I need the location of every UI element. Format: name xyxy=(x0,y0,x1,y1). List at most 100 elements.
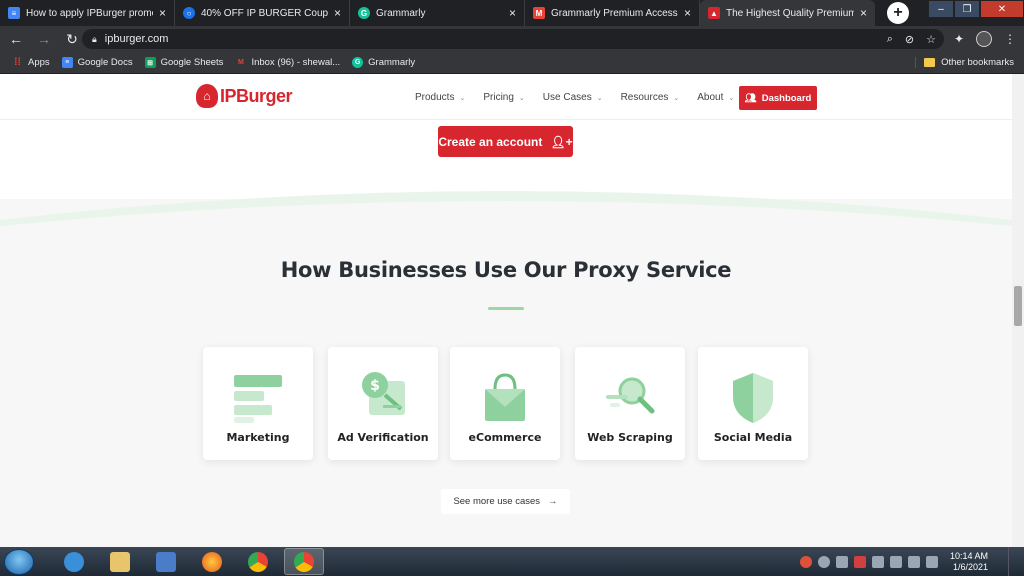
flag-icon[interactable] xyxy=(871,555,884,568)
use-case-card-web-scraping[interactable]: Web Scraping xyxy=(575,347,685,460)
system-clock[interactable]: 10:14 AM 1/6/2021 xyxy=(950,551,988,573)
tab-title: The Highest Quality Premium P xyxy=(726,7,854,19)
close-tab-icon[interactable]: × xyxy=(860,6,867,20)
volume-icon[interactable] xyxy=(925,555,938,568)
gmail-icon: M xyxy=(238,59,244,66)
chrome-tray-icon[interactable] xyxy=(799,555,812,568)
create-account-button[interactable]: Create an account 👤︎+ xyxy=(438,126,573,157)
menu-label: Use Cases xyxy=(542,92,592,103)
use-case-card-social-media[interactable]: Social Media xyxy=(698,347,808,460)
address-bar[interactable]: 🔒︎ ipburger.com ⌕ ⊘ ☆ xyxy=(82,29,944,49)
menu-label: Resources xyxy=(620,92,669,103)
battery-icon[interactable] xyxy=(907,555,920,568)
use-case-card-marketing[interactable]: Marketing xyxy=(203,347,313,460)
chevron-down-icon: ⌄ xyxy=(596,94,603,102)
browser-tab-3[interactable]: G Grammarly × xyxy=(350,0,525,26)
chrome-icon xyxy=(248,551,268,572)
card-label: Ad Verification xyxy=(337,431,429,444)
magnifier-icon xyxy=(606,377,655,414)
site-logo[interactable]: ⌂ IPBurger xyxy=(196,84,293,108)
menu-use-cases[interactable]: Use Cases ⌄ xyxy=(543,92,603,103)
logo-text: IPBurger xyxy=(220,85,293,106)
scrollbar-thumb[interactable] xyxy=(1014,286,1022,326)
ad-verification-icon: $ xyxy=(362,372,405,415)
see-more-button[interactable]: See more use cases → xyxy=(441,489,570,514)
minimize-icon[interactable]: – xyxy=(928,0,954,18)
page-scrollbar[interactable] xyxy=(1012,74,1024,547)
sync-icon[interactable] xyxy=(817,555,830,568)
card-label: Web Scraping xyxy=(587,431,673,444)
bookmark-inbox[interactable]: M Inbox (96) - shewal... xyxy=(235,57,340,68)
shopping-bag-icon xyxy=(485,373,525,421)
avatar[interactable] xyxy=(976,31,992,47)
tab-title: Grammarly xyxy=(376,7,426,19)
bookmark-grammarly[interactable]: G Grammarly xyxy=(352,57,415,68)
button-label: Create an account xyxy=(438,134,543,149)
tab-title: 40% OFF IP BURGER Coupons & xyxy=(201,7,328,19)
firefox-icon xyxy=(202,551,222,572)
network-icon[interactable] xyxy=(835,555,848,568)
close-tab-icon[interactable]: × xyxy=(509,6,516,20)
use-case-card-ecommerce[interactable]: eCommerce xyxy=(450,347,560,460)
taskbar-chrome[interactable] xyxy=(238,548,278,575)
main-menu: Products ⌄ Pricing ⌄ Use Cases ⌄ Resources ⌄… xyxy=(415,92,752,103)
reload-icon[interactable]: ↻ xyxy=(60,31,84,48)
bookmark-google-docs[interactable]: ≡ Google Docs xyxy=(61,57,133,68)
menu-dots-icon[interactable]: ⋮ xyxy=(1004,32,1016,46)
site-header: ⌂ IPBurger Products ⌄ Pricing ⌄ Use Cases ⌄… xyxy=(0,74,1012,120)
close-tab-icon[interactable]: × xyxy=(159,6,166,20)
section-curve xyxy=(0,191,1012,232)
browser-tab-4[interactable]: M Grammarly Premium Access - sl × xyxy=(525,0,700,26)
menu-pricing[interactable]: Pricing ⌄ xyxy=(483,92,524,103)
menu-products[interactable]: Products ⌄ xyxy=(415,92,465,103)
chevron-down-icon: ⌄ xyxy=(459,94,466,102)
zoom-icon[interactable]: ⌕ xyxy=(887,33,893,46)
section-heading: How Businesses Use Our Proxy Service xyxy=(280,258,732,282)
other-bookmarks[interactable]: Other bookmarks xyxy=(915,57,1014,68)
bookmark-google-sheets[interactable]: ⊞ Google Sheets xyxy=(144,57,224,68)
shield-icon xyxy=(733,373,773,423)
extensions-icon[interactable]: ✦ xyxy=(954,32,964,46)
close-tab-icon[interactable]: × xyxy=(334,6,341,20)
card-label: Social Media xyxy=(713,431,793,444)
chevron-down-icon: ⌄ xyxy=(518,94,525,102)
menu-about[interactable]: About ⌄ xyxy=(697,92,734,103)
taskbar-media[interactable] xyxy=(146,548,186,575)
chevron-down-icon: ⌄ xyxy=(673,94,680,102)
taskbar-explorer[interactable] xyxy=(100,548,140,575)
card-label: Marketing xyxy=(226,431,290,444)
sheets-icon: ⊞ xyxy=(144,57,156,68)
bookmark-label: Grammarly xyxy=(368,57,416,68)
bookmark-star-icon[interactable]: ☆ xyxy=(926,33,936,46)
media-player-icon xyxy=(156,551,176,572)
security-icon[interactable] xyxy=(853,555,866,568)
menu-resources[interactable]: Resources ⌄ xyxy=(621,92,680,103)
restore-icon[interactable]: ❐ xyxy=(954,0,980,18)
signal-icon[interactable] xyxy=(889,555,902,568)
taskbar-chrome-active[interactable] xyxy=(284,548,324,575)
close-window-icon[interactable]: ✕ xyxy=(980,0,1024,18)
close-tab-icon[interactable]: × xyxy=(684,6,691,20)
lock-icon: 🔒︎ xyxy=(92,33,97,44)
folder-icon xyxy=(924,58,936,67)
dashboard-button[interactable]: 👥︎ Dashboard xyxy=(739,86,817,110)
gmail-icon: M xyxy=(533,7,545,19)
use-case-card-ad-verification[interactable]: $ Ad Verification xyxy=(328,347,438,460)
show-desktop-button[interactable] xyxy=(1008,547,1024,576)
taskbar-ie[interactable] xyxy=(54,548,94,575)
start-button[interactable] xyxy=(4,548,34,575)
bookmark-apps[interactable]: ⁞⁞ Apps xyxy=(12,57,50,68)
new-tab-button[interactable]: + xyxy=(887,2,909,24)
button-label: See more use cases xyxy=(453,496,541,507)
browser-tab-2[interactable]: ○ 40% OFF IP BURGER Coupons & × xyxy=(175,0,350,26)
bookmark-label: Google Sheets xyxy=(160,57,224,68)
taskbar-firefox[interactable] xyxy=(192,548,232,575)
browser-tab-1[interactable]: ≡ How to apply IPBurger promo c × xyxy=(0,0,175,26)
back-icon[interactable]: ← xyxy=(4,31,28,47)
forward-icon[interactable]: → xyxy=(32,31,56,47)
tracking-icon[interactable]: ⊘ xyxy=(905,33,914,46)
bookmark-label: Apps xyxy=(28,57,50,68)
browser-tab-5[interactable]: ▲ The Highest Quality Premium P × xyxy=(700,0,875,26)
ipburger-icon: ▲ xyxy=(708,7,720,19)
folder-icon xyxy=(110,551,130,572)
